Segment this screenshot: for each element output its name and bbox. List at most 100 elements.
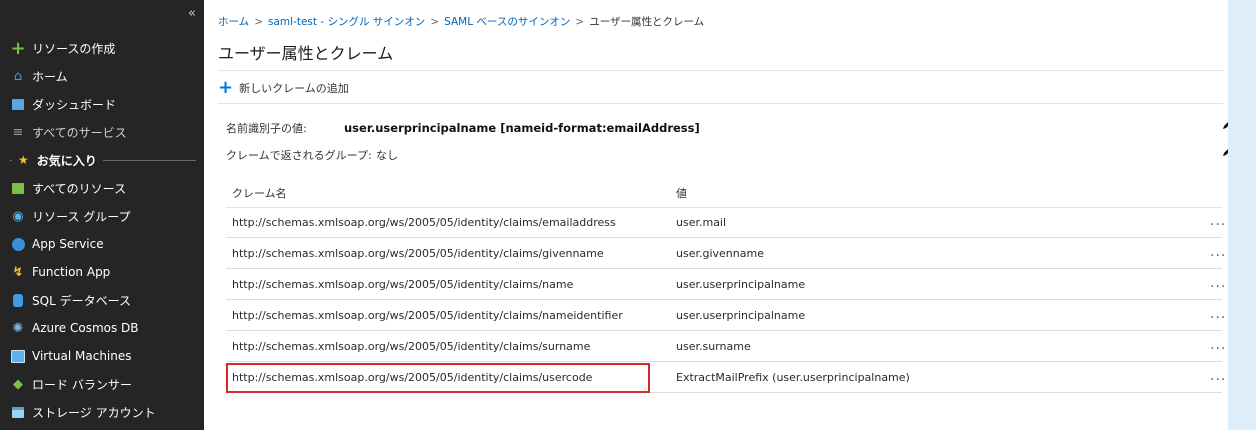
more-options-icon[interactable]: ...: [1210, 213, 1226, 229]
sidebar-item-label: すべてのリソース: [32, 181, 127, 196]
grid-icon: [10, 180, 26, 196]
sidebar-item-label: すべてのサービス: [32, 125, 127, 140]
sidebar-item-label: ダッシュボード: [32, 97, 117, 112]
more-options-icon[interactable]: ...: [1210, 244, 1226, 260]
resource-group-icon: ◉: [12, 208, 24, 224]
sidebar-item-label: Azure Cosmos DB: [32, 321, 139, 335]
more-options-icon[interactable]: ...: [1210, 275, 1226, 291]
divider: [102, 159, 196, 161]
row-divider: [226, 330, 1222, 331]
sidebar-item-virtual-machines[interactable]: Virtual Machines: [0, 342, 204, 370]
sidebar-item-home[interactable]: ⌂ ホーム: [0, 62, 204, 90]
dashboard-icon: [10, 96, 26, 112]
table-row[interactable]: http://schemas.xmlsoap.org/ws/2005/05/id…: [226, 301, 1225, 331]
nameid-label: 名前識別子の値:: [226, 122, 307, 135]
storage-account-icon: [10, 404, 26, 420]
claim-name: http://schemas.xmlsoap.org/ws/2005/05/id…: [232, 309, 623, 322]
row-divider: [226, 361, 1222, 362]
claim-value: user.mail: [676, 216, 727, 229]
claim-name: http://schemas.xmlsoap.org/ws/2005/05/id…: [232, 340, 591, 353]
claim-name: http://schemas.xmlsoap.org/ws/2005/05/id…: [232, 247, 604, 260]
table-row[interactable]: http://schemas.xmlsoap.org/ws/2005/05/id…: [226, 332, 1225, 362]
sidebar-item-label: リソース グループ: [32, 209, 131, 224]
sidebar-item-label: ストレージ アカウント: [32, 405, 156, 420]
sidebar-item-sql-database[interactable]: SQL データベース: [0, 286, 204, 314]
cosmos-db-icon: ✺: [12, 320, 24, 336]
sidebar-item-label: リソースの作成: [32, 41, 116, 56]
claim-value: user.surname: [676, 340, 751, 353]
table-row[interactable]: http://schemas.xmlsoap.org/ws/2005/05/id…: [226, 239, 1225, 269]
more-options-icon[interactable]: ...: [1210, 337, 1226, 353]
page-title: ユーザー属性とクレーム: [218, 44, 394, 63]
more-options-icon[interactable]: ...: [1210, 368, 1226, 384]
breadcrumb-app[interactable]: saml-test - シングル サインオン: [268, 16, 425, 28]
divider: [10, 159, 12, 161]
claim-value: ExtractMailPrefix (user.userprincipalnam…: [676, 371, 910, 384]
sidebar-item-function-app[interactable]: ↯ Function App: [0, 258, 204, 286]
row-divider: [226, 237, 1222, 238]
sidebar-item-label: Virtual Machines: [32, 349, 132, 363]
favorites-label: お気に入り: [36, 153, 97, 168]
function-app-icon: ↯: [12, 264, 24, 280]
highlight-box: [226, 363, 650, 393]
row-divider: [226, 268, 1222, 269]
app-window: « + リソースの作成 ⌂ ホーム ダッシュボード ≡ すべてのサービス ★ お…: [0, 0, 1228, 430]
edit-nameid-pencil-icon[interactable]: [1220, 116, 1228, 132]
plus-icon: +: [10, 37, 26, 59]
home-icon: ⌂: [13, 68, 23, 84]
sidebar-item-cosmos-db[interactable]: ✺ Azure Cosmos DB: [0, 314, 204, 342]
app-service-icon: [10, 236, 26, 252]
sidebar: « + リソースの作成 ⌂ ホーム ダッシュボード ≡ すべてのサービス ★ お…: [0, 0, 204, 430]
claim-value: user.givenname: [676, 247, 764, 260]
edit-groups-pencil-icon[interactable]: [1220, 143, 1228, 159]
virtual-machines-icon: [10, 348, 26, 364]
breadcrumb-saml[interactable]: SAML ベースのサインオン: [444, 16, 570, 28]
groups-row: クレームで返されるグループ: なし: [226, 147, 398, 163]
star-icon: ★: [18, 153, 29, 167]
groups-value: なし: [376, 149, 398, 162]
table-row[interactable]: http://schemas.xmlsoap.org/ws/2005/05/id…: [226, 270, 1225, 300]
nameid-row: 名前識別子の値: user.userprincipalname [nameid-…: [226, 120, 700, 136]
nameid-value: user.userprincipalname [nameid-format:em…: [344, 121, 700, 135]
groups-label: クレームで返されるグループ:: [226, 149, 372, 162]
add-claim-label: 新しいクレームの追加: [239, 82, 349, 95]
more-options-icon[interactable]: ...: [1210, 306, 1226, 322]
sidebar-item-all-resources[interactable]: すべてのリソース: [0, 174, 204, 202]
sidebar-item-all-services[interactable]: ≡ すべてのサービス: [0, 118, 204, 146]
sidebar-item-create-resource[interactable]: + リソースの作成: [0, 34, 204, 62]
claim-value: user.userprincipalname: [676, 278, 806, 291]
breadcrumb-home[interactable]: ホーム: [218, 16, 249, 28]
claim-name: http://schemas.xmlsoap.org/ws/2005/05/id…: [232, 278, 574, 291]
table-row[interactable]: http://schemas.xmlsoap.org/ws/2005/05/id…: [226, 208, 1225, 238]
breadcrumb-separator: >: [430, 16, 440, 28]
claim-name: http://schemas.xmlsoap.org/ws/2005/05/id…: [232, 216, 616, 229]
sidebar-item-app-service[interactable]: App Service: [0, 230, 204, 258]
column-header-claim-name: クレーム名: [232, 187, 287, 200]
sidebar-item-dashboard[interactable]: ダッシュボード: [0, 90, 204, 118]
sidebar-item-resource-groups[interactable]: ◉ リソース グループ: [0, 202, 204, 230]
breadcrumb: ホーム > saml-test - シングル サインオン > SAML ベースのサインオ…: [218, 14, 704, 29]
claim-value: user.userprincipalname: [676, 309, 806, 322]
add-claim-button[interactable]: + 新しいクレームの追加: [218, 77, 349, 98]
breadcrumb-current: ユーザー属性とクレーム: [589, 16, 705, 28]
sidebar-item-storage-account[interactable]: ストレージ アカウント: [0, 398, 204, 426]
sidebar-item-label: App Service: [32, 237, 104, 251]
sidebar-item-label: ホーム: [32, 69, 68, 84]
collapse-sidebar-icon[interactable]: «: [188, 6, 196, 21]
divider: [218, 70, 1223, 71]
divider: [218, 103, 1223, 104]
main-content: ホーム > saml-test - シングル サインオン > SAML ベースのサインオ…: [204, 0, 1228, 430]
breadcrumb-separator: >: [575, 16, 585, 28]
plus-icon: +: [218, 77, 234, 98]
sidebar-item-label: Function App: [32, 265, 111, 279]
sidebar-section-favorites: ★ お気に入り: [0, 146, 204, 174]
column-header-value: 値: [676, 187, 687, 200]
sql-database-icon: [10, 292, 26, 308]
sidebar-item-label: ロード バランサー: [32, 377, 132, 392]
sidebar-item-label: SQL データベース: [32, 293, 131, 308]
row-divider: [226, 299, 1222, 300]
sidebar-item-load-balancer[interactable]: ◆ ロード バランサー: [0, 370, 204, 398]
list-icon: ≡: [12, 124, 24, 140]
load-balancer-icon: ◆: [13, 376, 23, 392]
breadcrumb-separator: >: [254, 16, 263, 28]
